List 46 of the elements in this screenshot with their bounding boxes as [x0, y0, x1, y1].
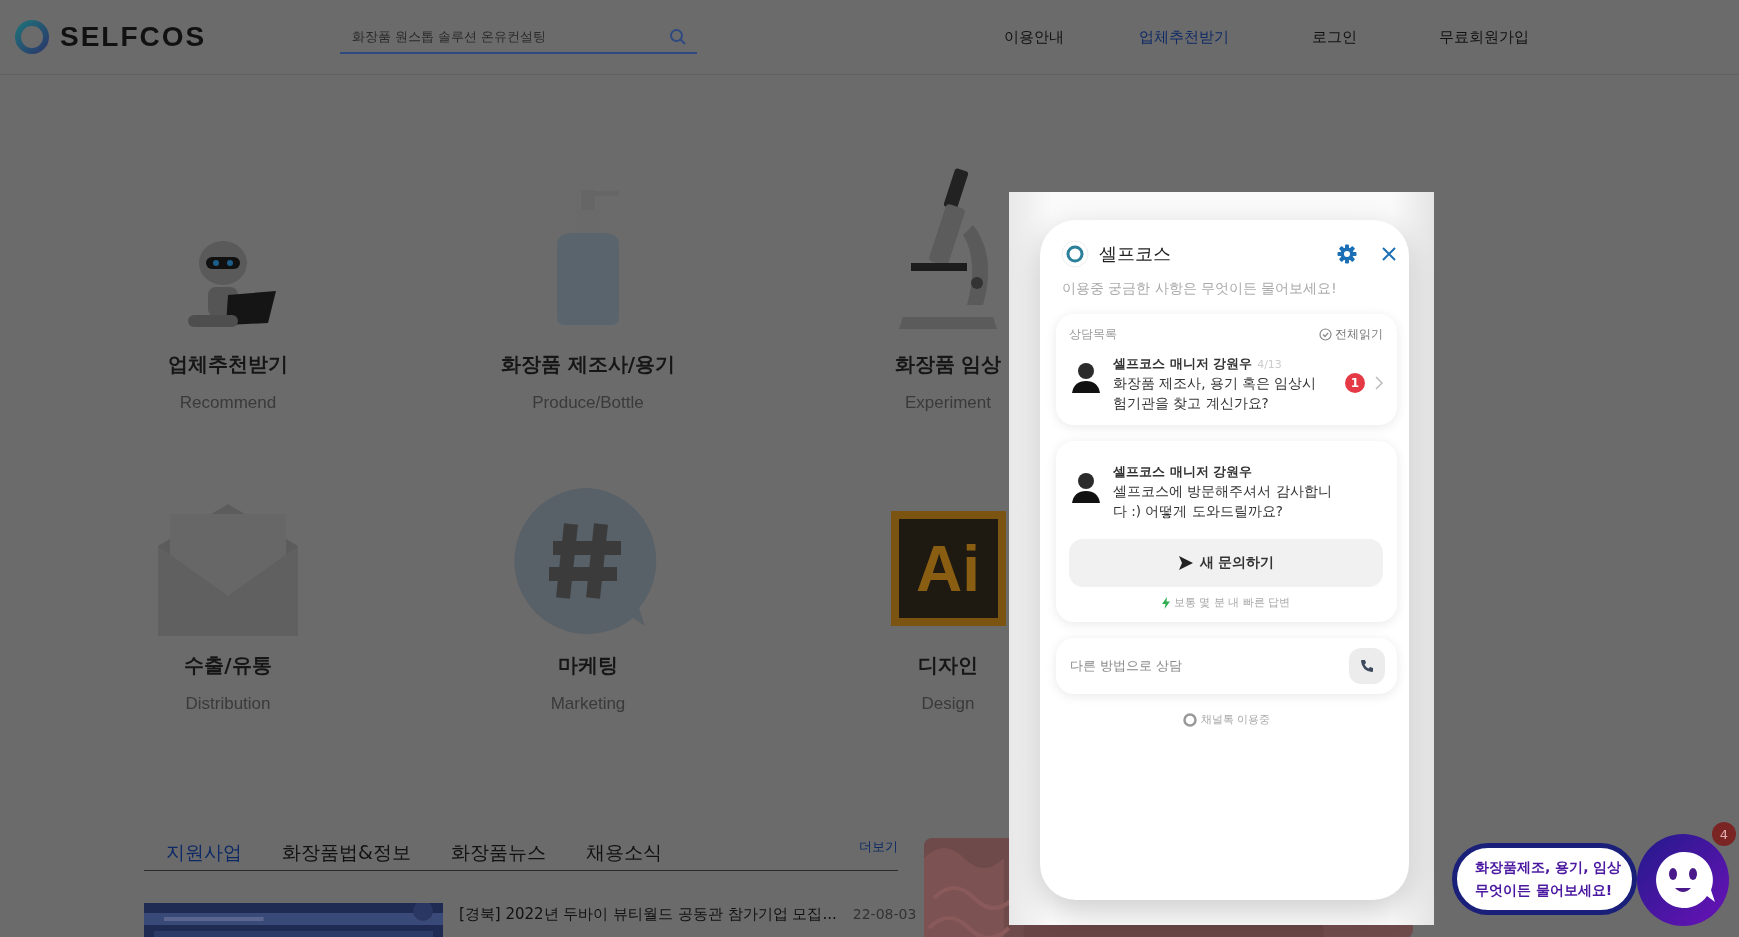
close-icon[interactable] — [1381, 246, 1397, 262]
chat-title: 셀프코스 — [1099, 242, 1172, 266]
check-circle-icon — [1319, 328, 1332, 341]
lightning-icon — [1161, 596, 1170, 609]
category-title[interactable]: 화장품 임상 — [894, 349, 1002, 379]
nav-link[interactable]: 이용안내 — [959, 27, 1109, 47]
category-title[interactable]: 업체추천받기 — [168, 349, 288, 379]
unread-count: 1 — [1345, 373, 1365, 393]
sender-name: 셀프코스 매니저 강원우 — [1113, 356, 1253, 371]
response-note: 보통 몇 분 내 빠른 답변 — [1173, 595, 1291, 610]
category-title[interactable]: 화장품 제조사/용기 — [500, 349, 676, 379]
new-inquiry-button[interactable]: 새 문의하기 — [1069, 539, 1383, 587]
logo-text[interactable]: SELFCOS — [60, 21, 207, 53]
chat-subtitle: 이용중 궁금한 사항은 무엇이든 물어보세요! — [1062, 280, 1338, 298]
more-link[interactable]: 더보기 — [859, 838, 898, 856]
list-label: 상담목록 — [1069, 326, 1117, 343]
search-field[interactable]: 화장품 원스톱 솔루션 온유컨설팅 — [340, 20, 697, 54]
news-title[interactable]: [경북] 2022년 두바이 뷰티월드 공동관 참가기업 모집... — [459, 905, 837, 924]
channel-logo-icon — [1061, 240, 1089, 268]
nav-link[interactable]: 로그인 — [1259, 27, 1409, 47]
notification-badge: 4 — [1712, 822, 1736, 846]
message-preview: 화장품 제조사, 용기 혹은 임상시험기관을 찾고 계신가요? — [1113, 374, 1318, 413]
powered-by-text: 채널톡 이용중 — [1200, 712, 1271, 727]
illustrator-logo[interactable]: Ai — [890, 511, 1006, 626]
phone-icon — [1360, 659, 1374, 673]
nav-link[interactable]: 무료회원가입 — [1409, 27, 1559, 47]
news-tab[interactable]: 화장품법&정보 — [262, 840, 431, 870]
nav-link[interactable]: 업체추천받기 — [1109, 27, 1259, 47]
send-icon — [1177, 555, 1194, 571]
category-title[interactable]: 마케팅 — [558, 650, 618, 680]
ring-icon — [1182, 712, 1197, 727]
sender-name: 셀프코스 매니저 강원우 — [1113, 463, 1254, 481]
news-tab[interactable]: 화장품뉴스 — [430, 840, 566, 870]
logo-icon — [14, 19, 50, 55]
phone-button[interactable] — [1349, 648, 1385, 684]
news-tab[interactable]: 지원사업 — [146, 840, 262, 870]
category-title[interactable]: 디자인 — [918, 650, 978, 680]
news-tab[interactable]: 채용소식 — [565, 840, 682, 870]
other-contact-label: 다른 방법으로 상담 — [1070, 657, 1183, 675]
greeting-message: 셀프코스에 방문해주셔서 감사합니다 :) 어떻게 도와드릴까요? — [1113, 482, 1333, 521]
chevron-right-icon — [1375, 376, 1383, 390]
launcher-bubble[interactable]: 화장품제조, 용기, 임상 무엇이든 물어보세요! — [1452, 843, 1637, 915]
category-title[interactable]: 수출/유통 — [184, 650, 272, 680]
settings-icon[interactable] — [1337, 244, 1357, 264]
read-all-link[interactable]: 전체읽기 — [1319, 326, 1383, 343]
news-date: 22-08-03 — [852, 906, 917, 922]
